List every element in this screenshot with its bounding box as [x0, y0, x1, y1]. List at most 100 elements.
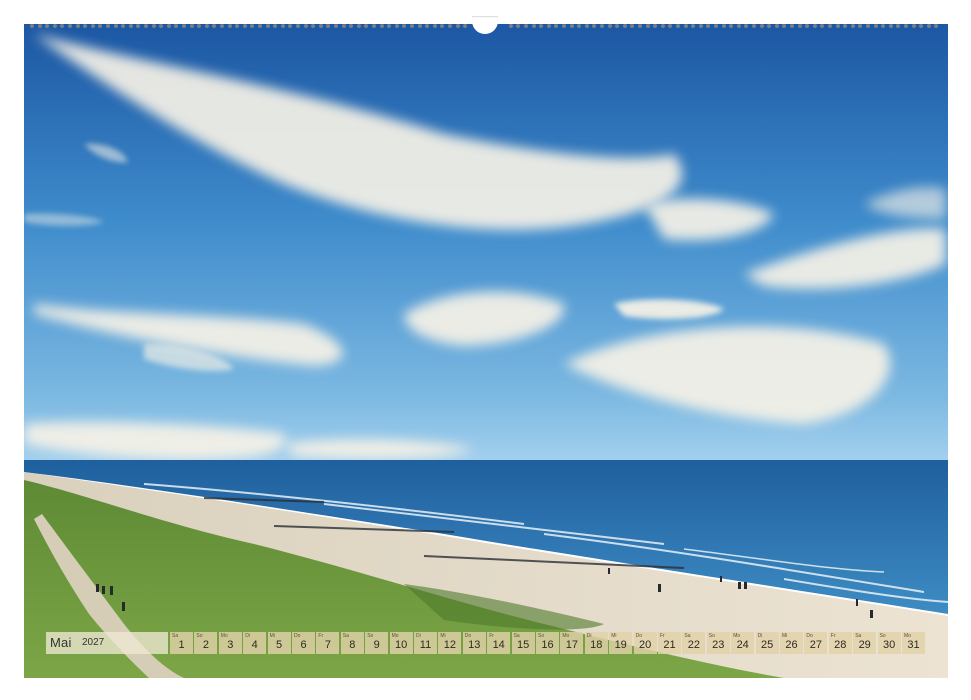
day-number: 26 — [785, 639, 798, 651]
binding-hole — [326, 24, 331, 28]
binding-hole — [888, 24, 893, 28]
binding-hole — [258, 24, 262, 28]
calendar-page: Mai 2027 Sa 1 So 2 Mo 3 Di 4 Mi 5 Do 6 Fr 7 Sa 8 So 9 Mo 10… — [0, 0, 971, 700]
binding-hole — [387, 24, 392, 28]
binding-hole — [645, 24, 650, 28]
binding-hole — [273, 24, 278, 28]
binding-hole — [121, 24, 126, 28]
binding-hole — [660, 24, 665, 28]
binding-hole — [318, 24, 323, 28]
binding-hole — [440, 24, 445, 28]
binding-hole — [524, 24, 528, 28]
binding-hole — [144, 24, 148, 28]
day-cell: Mo 24 — [731, 632, 755, 654]
binding-hole — [516, 24, 521, 28]
day-number: 4 — [251, 639, 258, 651]
day-cell: Fr 7 — [316, 632, 340, 654]
binding-hole — [212, 24, 217, 28]
day-cell: Mo 10 — [389, 632, 413, 654]
day-cell: Sa 29 — [853, 632, 877, 654]
binding-hole — [858, 24, 863, 28]
binding-hole — [546, 24, 551, 28]
binding-hole — [83, 24, 88, 28]
day-cell: Mi 26 — [780, 632, 803, 654]
binding-hole — [683, 24, 688, 28]
day-cell: So 16 — [536, 632, 559, 654]
binding-hole — [394, 24, 399, 28]
binding-hole — [562, 24, 566, 28]
binding-hole — [630, 24, 635, 28]
binding-hole — [866, 24, 870, 28]
day-number: 11 — [419, 639, 432, 651]
binding-hole — [577, 24, 582, 28]
binding-hole — [402, 24, 407, 28]
day-number: 13 — [468, 639, 481, 651]
day-cell: Mo 17 — [560, 632, 584, 654]
binding-hole — [30, 24, 34, 28]
binding-hole — [531, 24, 536, 28]
day-cell: Di 11 — [414, 632, 437, 654]
binding-hole — [790, 24, 794, 28]
binding-hole — [174, 24, 179, 28]
binding-hole — [235, 24, 240, 28]
day-number: 16 — [541, 639, 554, 651]
day-number: 25 — [760, 639, 774, 651]
binding-hole — [463, 24, 468, 28]
day-number: 30 — [882, 639, 896, 651]
year: 2027 — [82, 637, 105, 648]
binding-hole — [911, 24, 916, 28]
calendar-strip: Mai 2027 Sa 1 So 2 Mo 3 Di 4 Mi 5 Do 6 Fr 7 Sa 8 So 9 Mo 10… — [46, 632, 928, 654]
binding-hole — [364, 24, 369, 28]
binding-hole — [607, 24, 612, 28]
day-number: 14 — [492, 639, 505, 651]
day-cell: Fr 28 — [828, 632, 852, 654]
binding-hole — [159, 24, 164, 28]
day-number: 21 — [663, 639, 676, 651]
day-number: 8 — [349, 639, 356, 651]
binding-hole — [714, 24, 718, 28]
day-cell: Fr 14 — [487, 632, 511, 654]
binding-hole — [204, 24, 209, 28]
day-cell: So 9 — [365, 632, 389, 654]
binding-hole — [265, 24, 270, 28]
day-cell: Mo 3 — [218, 632, 242, 654]
binding-hole — [296, 24, 300, 28]
binding-hole — [812, 24, 817, 28]
binding-hole — [417, 24, 422, 28]
binding-hole — [242, 24, 247, 28]
day-number: 17 — [565, 639, 579, 651]
day-cell: Di 25 — [755, 632, 779, 654]
binding-hole — [721, 24, 726, 28]
binding-hole — [45, 24, 50, 28]
day-number: 31 — [907, 639, 920, 651]
binding-hole — [752, 24, 756, 28]
binding-hole — [75, 24, 80, 28]
binding-hole — [600, 24, 604, 28]
binding-hole — [68, 24, 72, 28]
day-number: 3 — [227, 639, 234, 651]
binding-hole — [698, 24, 703, 28]
day-number: 24 — [736, 639, 749, 651]
day-cell: Sa 1 — [170, 632, 193, 654]
binding-hole — [767, 24, 772, 28]
binding-hole — [98, 24, 103, 28]
day-cell: So 30 — [877, 632, 901, 654]
binding-hole — [379, 24, 384, 28]
binding-hole — [744, 24, 749, 28]
binding-hole — [926, 24, 931, 28]
binding-hole — [197, 24, 202, 28]
month-label-box: Mai 2027 — [46, 632, 168, 654]
binding-hole — [835, 24, 840, 28]
binding-hole — [311, 24, 316, 28]
binding-hole — [896, 24, 901, 28]
binding-hole — [554, 24, 559, 28]
binding-hole — [592, 24, 597, 28]
day-cell: Do 27 — [804, 632, 828, 654]
binding-hole — [182, 24, 186, 28]
binding-hole — [934, 24, 939, 28]
binding-hole — [569, 24, 574, 28]
day-number: 22 — [687, 639, 701, 651]
day-cell: Mi 19 — [609, 632, 633, 654]
binding-hole — [288, 24, 293, 28]
binding-hole — [706, 24, 711, 28]
